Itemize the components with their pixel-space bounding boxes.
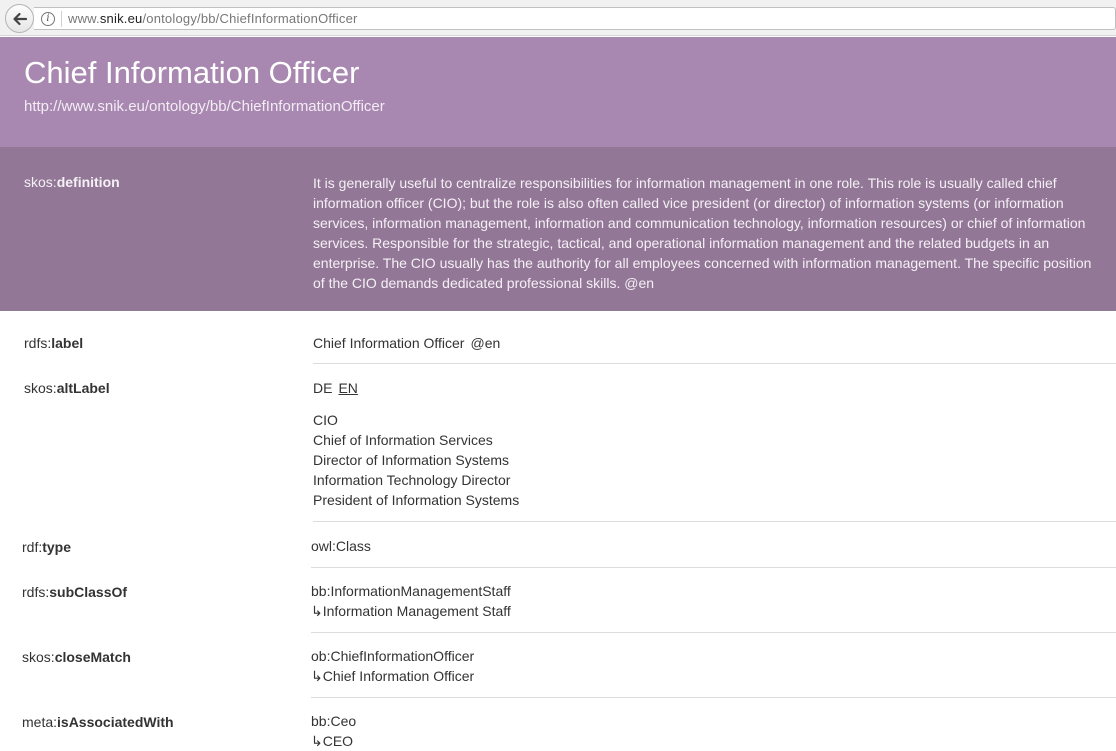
back-button[interactable]: [5, 4, 34, 33]
url-text[interactable]: www.snik.eu/ontology/bb/ChiefInformation…: [68, 11, 358, 26]
subclassof-values: bb:InformationManagementStaff ↳Informati…: [311, 581, 511, 621]
closematch-values: ob:ChiefInformationOfficer ↳Chief Inform…: [311, 646, 474, 686]
isassociatedwith-values: bb:Ceo ↳CEO: [311, 711, 356, 751]
altlabel-values: DE EN CIO Chief of Information Services …: [313, 378, 519, 510]
list-item: CIO: [313, 412, 338, 428]
list-item: Information Technology Director: [313, 472, 511, 488]
address-bar[interactable]: i www.snik.eu/ontology/bb/ChiefInformati…: [34, 7, 1116, 30]
predicate-isassociatedwith[interactable]: meta:isAssociatedWith: [22, 714, 174, 730]
list-item: Director of Information Systems: [313, 452, 510, 468]
predicate-type[interactable]: rdf:type: [22, 539, 71, 555]
subclassof-label: ↳Information Management Staff: [311, 603, 511, 619]
browser-toolbar: i www.snik.eu/ontology/bb/ChiefInformati…: [0, 0, 1116, 36]
page-title: Chief Information Officer: [24, 55, 360, 90]
closematch-row: skos:closeMatch ob:ChiefInformationOffic…: [0, 633, 1116, 698]
closematch-link[interactable]: ob:ChiefInformationOfficer: [311, 646, 474, 666]
label-row: rdfs:label Chief Information Officer @en: [0, 311, 1116, 364]
list-item: Chief of Information Services: [313, 432, 493, 448]
tab-de[interactable]: DE: [313, 378, 332, 398]
type-values: owl:Class: [311, 536, 371, 556]
type-link[interactable]: owl:Class: [311, 536, 371, 556]
label-value: Chief Information Officer @en: [313, 335, 501, 351]
type-row: rdf:type owl:Class: [0, 522, 1116, 568]
list-item: President of Information Systems: [313, 492, 520, 508]
isassociatedwith-row: meta:isAssociatedWith bb:Ceo ↳CEO: [0, 698, 1116, 749]
page-header: Chief Information Officer http://www.sni…: [0, 37, 1116, 147]
subclassof-row: rdfs:subClassOf bb:InformationManagement…: [0, 568, 1116, 633]
subclassof-link[interactable]: bb:InformationManagementStaff: [311, 581, 511, 601]
language-tabs: DE EN: [313, 378, 519, 398]
altlabel-row: skos:altLabel DE EN CIO Chief of Informa…: [0, 364, 1116, 522]
back-arrow-icon: [12, 12, 27, 25]
predicate-subclassof[interactable]: rdfs:subClassOf: [22, 584, 127, 600]
url-separator: [61, 10, 62, 27]
tab-en[interactable]: EN: [338, 378, 357, 398]
site-info-icon[interactable]: i: [41, 11, 55, 26]
isassociatedwith-label: ↳CEO: [311, 733, 354, 749]
definition-section: skos:definition It is generally useful t…: [0, 147, 1116, 311]
predicate-closematch[interactable]: skos:closeMatch: [22, 649, 131, 665]
closematch-label: ↳Chief Information Officer: [311, 668, 475, 684]
isassociatedwith-link[interactable]: bb:Ceo: [311, 711, 356, 731]
resource-uri[interactable]: http://www.snik.eu/ontology/bb/ChiefInfo…: [24, 98, 385, 115]
predicate-altlabel[interactable]: skos:altLabel: [24, 380, 110, 396]
definition-text: It is generally useful to centralize res…: [313, 175, 1092, 291]
predicate-label[interactable]: rdfs:label: [24, 335, 83, 351]
predicate-definition[interactable]: skos:definition: [24, 174, 120, 190]
